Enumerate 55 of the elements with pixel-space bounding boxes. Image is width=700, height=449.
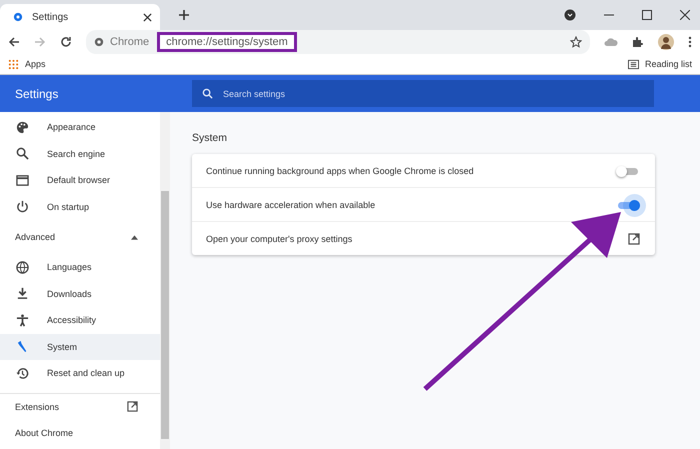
back-icon[interactable] [8, 36, 20, 48]
toggle-switch[interactable] [616, 164, 640, 178]
star-icon[interactable] [570, 36, 582, 48]
external-link-icon [127, 401, 138, 412]
external-link-icon[interactable] [628, 232, 640, 244]
close-icon[interactable] [680, 10, 690, 20]
sidebar-item[interactable]: Default browser [0, 167, 160, 194]
close-icon[interactable] [143, 12, 152, 22]
puzzle-icon[interactable] [632, 36, 644, 48]
sidebar-link[interactable]: About Chrome [0, 420, 160, 446]
menu-icon[interactable] [688, 36, 692, 48]
caret-icon [131, 234, 138, 240]
search-icon [16, 147, 29, 160]
sidebar-item[interactable]: System [0, 334, 160, 360]
chrome-icon [94, 37, 104, 47]
page-title: Settings [14, 86, 60, 100]
sidebar-link[interactable]: Extensions [0, 394, 160, 420]
sidebar-item[interactable]: Appearance [0, 114, 160, 140]
scrollbar[interactable] [160, 112, 170, 449]
sidebar-item[interactable]: Reset and clean up [0, 360, 160, 386]
setting-label: Open your computer's proxy settings [206, 234, 352, 244]
avatar-icon[interactable] [658, 34, 674, 50]
power-icon [16, 200, 29, 214]
sidebar-item[interactable]: Accessibility [0, 307, 160, 334]
sidebar-item[interactable]: On startup [0, 194, 160, 220]
address-bar[interactable]: Chrome chrome://settings/system [86, 30, 590, 54]
person-icon [16, 314, 29, 327]
sidebar-item[interactable]: Search engine [0, 140, 160, 167]
download-icon [16, 287, 29, 300]
new-tab-icon[interactable] [178, 9, 190, 21]
site-label: Chrome [110, 36, 150, 48]
browser-tab[interactable]: Settings [0, 4, 160, 30]
url-text: chrome://settings/system [166, 36, 288, 48]
advanced-section-toggle[interactable]: Advanced [0, 220, 160, 254]
sidebar-item[interactable]: Downloads [0, 280, 160, 307]
search-icon [202, 88, 213, 99]
globe-icon [16, 260, 29, 274]
tab-search-icon[interactable] [564, 9, 576, 21]
sidebar-item[interactable]: Languages [0, 254, 160, 280]
reading-list-icon [628, 58, 639, 70]
history-icon [16, 366, 29, 380]
setting-label: Use hardware acceleration when available [206, 200, 376, 210]
toggle-switch[interactable] [616, 198, 640, 212]
reload-icon[interactable] [60, 36, 72, 48]
palette-icon [16, 120, 29, 134]
browser-window-icon [16, 174, 29, 187]
section-title: System [192, 132, 228, 144]
apps-grid-icon [8, 58, 19, 70]
maximize-icon[interactable] [642, 10, 652, 20]
reading-list-button[interactable]: Reading list [628, 58, 692, 70]
scrollbar-thumb[interactable] [161, 191, 169, 439]
setting-label: Continue running background apps when Google Chrome is closed [206, 166, 474, 176]
search-field[interactable]: Search settings [192, 80, 654, 107]
bookmark-item[interactable]: Apps [8, 58, 46, 70]
tab-title: Settings [32, 12, 68, 22]
